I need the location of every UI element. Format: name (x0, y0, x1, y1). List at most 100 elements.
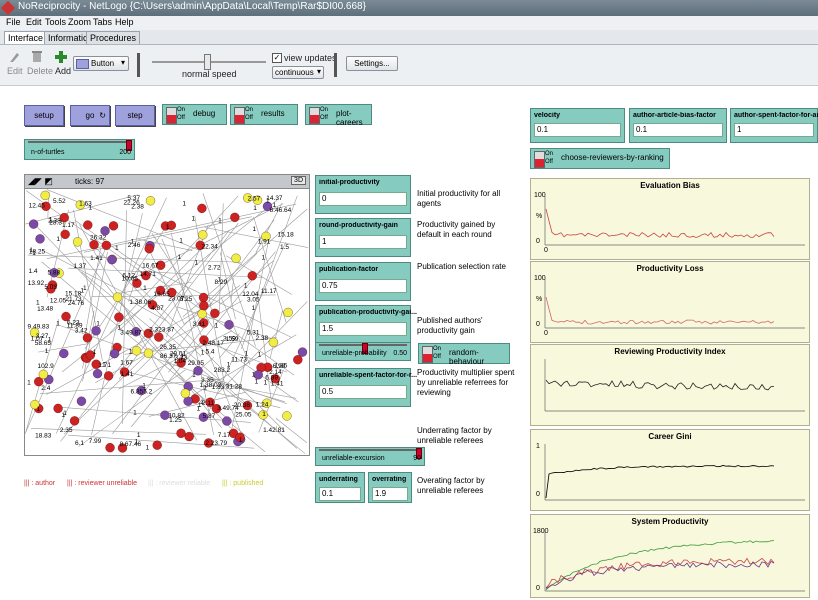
agent-turtle (176, 428, 186, 438)
agent-label: 1.91 (258, 239, 271, 246)
network-link (56, 197, 167, 434)
agent-label: 18.83 (35, 433, 52, 440)
plot-area (544, 529, 805, 592)
agent-label: 12.04 (242, 291, 259, 298)
tab-interface[interactable]: Interface (4, 31, 48, 44)
velocity-input[interactable]: velocity 0.1 (530, 108, 625, 143)
agent-label: 1 (201, 350, 205, 357)
menu-zoom[interactable]: Zoom (68, 17, 91, 27)
agent-label: 13.92 (28, 280, 45, 287)
agent-label: 26.32 (90, 234, 107, 241)
publication-productivity-gain-input[interactable]: publication-productivity-gai... 1.5 (315, 305, 417, 344)
edit-button-label[interactable]: Edit (7, 66, 23, 76)
agent-label: 4.87 (151, 305, 164, 312)
network-link (216, 301, 308, 396)
legend-reviewer-unreliable: ||| : reviewer unreliable (67, 480, 138, 487)
agent-label: 5.87 (203, 413, 216, 420)
tab-procedures[interactable]: Procedures (86, 31, 141, 44)
go-button[interactable]: go ↻ (70, 105, 110, 126)
unreliable-spent-factor-input[interactable]: unreliable-spent-factor-for-r... 0.5 (315, 368, 417, 407)
update-mode-dropdown[interactable]: continuous ▾ (272, 66, 324, 79)
plot-careers-switch[interactable]: On Off plot-careers (305, 104, 372, 127)
settings-button[interactable]: Settings... (346, 56, 398, 71)
unreliable-probability-slider[interactable]: unreliable-probability 0.50 (315, 342, 411, 361)
agent-label: 2.4 (41, 385, 50, 392)
agent-turtle (112, 292, 123, 302)
agent-label: 1 (255, 379, 259, 386)
forever-loop-icon: ↻ (99, 111, 106, 120)
agent-turtle (145, 196, 156, 206)
agent-label: 3.61 (193, 321, 206, 328)
overrating-input[interactable]: overrating 1.9 (368, 472, 412, 503)
menu-tabs[interactable]: Tabs (93, 17, 112, 27)
reviewing-productivity-index-plot[interactable]: Reviewing Productivity Index (530, 344, 810, 426)
agent-turtle (59, 348, 69, 359)
agent-label: 1 (194, 260, 198, 267)
world-view[interactable]: ◢◤ ◩ ticks: 97 3D 1.67 1.41 1.83 5.87 1.37 23… (24, 174, 310, 456)
agent-label: 1 (244, 282, 248, 289)
agent-turtle (105, 443, 115, 453)
debug-switch[interactable]: On Off debug (162, 104, 227, 125)
round-productivity-gain-input[interactable]: round-productivity-gain 1 (315, 218, 411, 257)
delete-button-label[interactable]: Delete (27, 66, 53, 76)
view-control-strip: ◢◤ ◩ ticks: 97 3D (25, 175, 309, 189)
trash-icon[interactable] (32, 50, 42, 63)
agent-label: 1.37 (73, 263, 86, 270)
agent-label: 2.323.87 (149, 327, 175, 334)
choose-reviewers-by-ranking-switch[interactable]: On Off choose-reviewers-by-ranking (530, 148, 670, 169)
agent-turtle (283, 307, 293, 318)
menu-help[interactable]: Help (115, 17, 134, 27)
underrating-input[interactable]: underrating 0.1 (315, 472, 365, 503)
agent-turtle (40, 190, 50, 201)
pencil-icon[interactable] (9, 51, 19, 63)
add-button-label[interactable]: Add (55, 66, 71, 76)
agent-label: 5.88 (47, 270, 60, 277)
agent-label: 1 (177, 254, 181, 261)
view-updates-checkbox[interactable]: ✓ (272, 53, 282, 63)
view-3d-button[interactable]: 3D (291, 176, 306, 185)
menu-tools[interactable]: Tools (45, 17, 66, 27)
productivity-loss-plot[interactable]: Productivity Loss 100 % 0 0 (530, 261, 810, 343)
agent-label: 1.41 (271, 381, 284, 388)
agent-label: 12.05 (50, 297, 67, 304)
publication-factor-input[interactable]: publication-factor 0.75 (315, 262, 411, 301)
agent-label: 1 (56, 236, 60, 243)
author-article-bias-factor-input[interactable]: author-article-bias-factor 0.1 (629, 108, 727, 143)
evaluation-bias-series (545, 208, 775, 238)
menu-file[interactable]: File (6, 17, 21, 27)
author-spent-factor-input[interactable]: author-spent-factor-for-art 1 (730, 108, 818, 143)
agent-label: 22.34 (201, 243, 218, 250)
evaluation-bias-plot[interactable]: Evaluation Bias 100 % 0 0 (530, 178, 810, 260)
plus-icon[interactable] (55, 51, 67, 63)
agent-label: 6.855.2 (131, 389, 153, 396)
agent-label: 1 (117, 324, 121, 331)
n-of-turtles-slider[interactable]: n-of-turtles 200 (24, 139, 135, 160)
agent-turtle (101, 240, 112, 251)
unreliable-excursion-slider[interactable]: unreliable-excursion 90 (315, 447, 425, 466)
initial-productivity-input[interactable]: initial-productivity 0 (315, 175, 411, 214)
agent-label: 1 (93, 349, 97, 356)
agent-label: 1 (143, 285, 147, 292)
speed-slider-thumb[interactable] (204, 54, 211, 70)
agent-label: 1 (102, 361, 106, 368)
agent-label: 1 (200, 399, 204, 406)
step-button[interactable]: step (115, 105, 155, 126)
agent-turtle (131, 346, 142, 356)
view-orientation-icons[interactable]: ◢◤ ◩ (28, 176, 53, 187)
agent-label: 7.99 (89, 438, 102, 445)
menu-edit[interactable]: Edit (26, 17, 42, 27)
tab-strip: Interface Information Procedures (0, 30, 818, 45)
widget-type-dropdown[interactable]: Button ▾ (73, 56, 129, 71)
setup-button[interactable]: setup (24, 105, 64, 126)
random-behaviour-switch[interactable]: On Off random-behaviour (418, 343, 510, 366)
system-productivity-plot[interactable]: System Productivity 1800 0 (530, 514, 810, 598)
career-gini-plot[interactable]: Career Gini 1 0 (530, 429, 810, 511)
agent-turtle (83, 220, 93, 230)
agent-label: 3.49.87 (120, 329, 142, 336)
results-switch[interactable]: On Off results (230, 104, 298, 125)
agent-label: 1 (253, 205, 257, 212)
agent-turtle (198, 292, 209, 303)
chevron-down-icon: ▾ (120, 58, 125, 67)
agent-turtle (143, 348, 154, 358)
agent-turtle (199, 301, 209, 311)
